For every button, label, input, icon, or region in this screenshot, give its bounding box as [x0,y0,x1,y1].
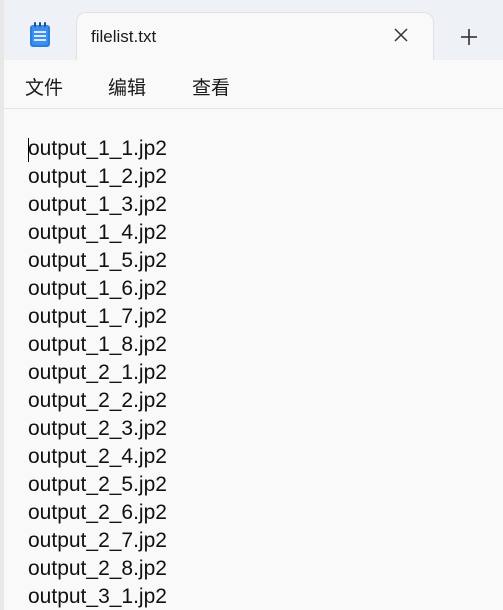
editor-line: output_1_3.jp2 [28,193,167,216]
editor-line: output_1_8.jp2 [28,333,167,356]
editor-line: output_2_7.jp2 [28,529,167,552]
editor-line: output_3_1.jp2 [28,585,167,608]
notepad-icon [30,22,50,47]
menu-view[interactable]: 查看 [192,73,230,100]
tab-filelist[interactable]: filelist.txt [76,12,434,60]
tab-title: filelist.txt [91,27,157,46]
editor-line: output_1_4.jp2 [28,221,167,244]
editor-line: output_1_2.jp2 [28,165,167,188]
plus-icon[interactable] [456,24,482,50]
editor-lines: output_1_1.jp2 output_1_2.jp2 output_1_3… [28,135,167,610]
editor-line: output_2_2.jp2 [28,389,167,412]
editor-line: output_2_1.jp2 [28,361,167,384]
notepad-window: filelist.txt 文件 编辑 查看 output_1_1.jp2 out… [4,0,503,610]
editor-line: output_2_6.jp2 [28,501,167,524]
text-editor[interactable]: output_1_1.jp2 output_1_2.jp2 output_1_3… [4,109,503,610]
editor-line: output_1_1.jp2 [28,137,167,160]
editor-line: output_2_8.jp2 [28,557,167,580]
editor-line: output_1_6.jp2 [28,277,167,300]
menu-edit[interactable]: 编辑 [108,73,146,100]
close-icon[interactable] [391,25,411,45]
editor-line: output_1_5.jp2 [28,249,167,272]
editor-line: output_1_7.jp2 [28,305,167,328]
menu-file[interactable]: 文件 [25,73,63,100]
editor-line: output_2_4.jp2 [28,445,167,468]
editor-line: output_2_5.jp2 [28,473,167,496]
menu-bar: 文件 编辑 查看 [4,60,503,109]
title-bar: filelist.txt [4,0,503,60]
editor-line: output_2_3.jp2 [28,417,167,440]
